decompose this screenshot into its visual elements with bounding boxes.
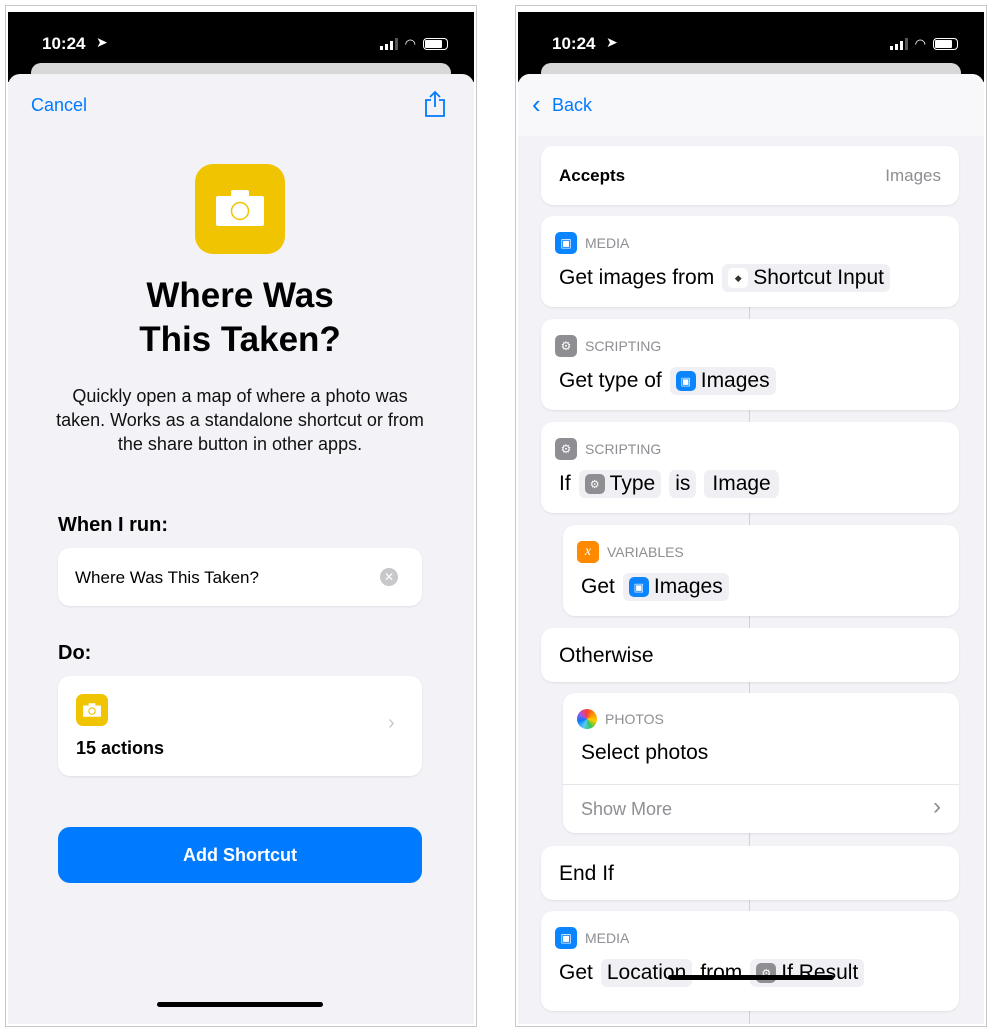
action-get-type[interactable]: ⚙ SCRIPTING Get type of ▣ Images [541,319,959,410]
category-label: SCRIPTING [585,441,662,457]
back-button[interactable]: Back [552,95,592,116]
gear-icon: ⚙ [584,474,605,494]
accepts-label: Accepts [559,166,626,185]
nav-bar: ‹ Back [518,74,984,136]
clear-icon[interactable]: ✕ [380,568,398,586]
token-shortcut-input[interactable]: ◆ Shortcut Input [722,264,890,292]
action-text: Get [559,961,593,984]
do-label: Do: [58,642,92,664]
shortcut-sheet: Cancel Where Was This Taken? Quickly open… [8,74,474,1024]
divider [563,784,959,785]
wifi-icon: ◠ [914,36,926,51]
action-text: If [559,472,571,495]
phone-left: 10:24 ➤ ◠ Cancel Where Was This Taken? Qu… [5,5,477,1027]
action-text: Select photos [581,741,709,764]
action-text: End If [559,862,614,885]
home-indicator [668,975,834,980]
otherwise-block[interactable]: Otherwise [541,628,959,682]
shortcut-icon [195,164,285,254]
share-icon[interactable] [424,90,446,118]
action-get-variable[interactable]: x VARIABLES Get ▣ Images [563,525,959,616]
home-indicator [157,1002,323,1007]
token-images[interactable]: ▣ Images [669,367,776,395]
action-text: Otherwise [559,644,654,667]
photos-icon [577,709,597,729]
token-images[interactable]: ▣ Images [622,573,729,601]
category-label: MEDIA [585,235,630,251]
battery-icon [933,38,958,50]
name-field[interactable]: Where Was This Taken? ✕ [58,548,422,606]
signal-icon [379,38,398,50]
chevron-right-icon: › [388,712,395,734]
name-value: Where Was This Taken? [75,568,259,587]
action-text: Get images from [559,266,715,289]
actions-card[interactable]: 15 actions › [58,676,422,776]
camera-icon [216,190,264,226]
media-icon: ▣ [555,927,577,949]
accepts-row[interactable]: Accepts Images [541,146,959,205]
layers-icon: ◆ [728,268,749,288]
category-label: MEDIA [585,930,630,946]
back-chevron-icon[interactable]: ‹ [532,89,541,120]
add-shortcut-button[interactable]: Add Shortcut [58,827,422,883]
action-select-photos[interactable]: PHOTOS Select photos Show More › [563,693,959,833]
location-icon: ➤ [606,34,618,50]
actions-count: 15 actions [76,738,165,758]
category-label: VARIABLES [607,544,684,560]
token-if-result[interactable]: ⚙ If Result [750,959,865,987]
cancel-button[interactable]: Cancel [31,95,87,116]
battery-icon [423,38,448,50]
shortcut-description: Quickly open a map of where a photo was … [56,386,424,454]
signal-icon [889,38,908,50]
action-text: Get [581,575,615,598]
accepts-value: Images [885,166,941,185]
shortcut-detail-sheet: ‹ Back Accepts Images ▣ MEDIA Get images … [518,74,984,1024]
show-more-button[interactable]: Show More [581,799,672,820]
shortcut-title: Where Was This Taken? [139,276,341,359]
token-type[interactable]: ⚙ Type [578,470,662,498]
action-get-images[interactable]: ▣ MEDIA Get images from ◆ Shortcut Input [541,216,959,307]
token-operator[interactable]: is [669,470,697,498]
token-location[interactable]: Location [600,959,693,987]
action-text: from [700,961,743,984]
phone-right: 10:24 ➤ ◠ ‹ Back Accepts Images ▣ MEDIA G… [515,5,987,1027]
gear-icon: ⚙ [555,335,577,357]
gear-icon: ⚙ [555,438,577,460]
media-icon: ▣ [628,577,649,597]
when-label: When I run: [58,514,168,536]
media-icon: ▣ [675,371,696,391]
status-time: 10:24 [42,34,86,53]
location-icon: ➤ [96,34,108,50]
wifi-icon: ◠ [404,36,416,51]
action-text: Get type of [559,369,662,392]
action-if[interactable]: ⚙ SCRIPTING If ⚙ Type is Image [541,422,959,513]
camera-icon [76,694,108,726]
media-icon: ▣ [555,232,577,254]
status-time: 10:24 [552,34,596,53]
category-label: PHOTOS [605,711,664,727]
variable-icon: x [577,541,599,563]
token-value[interactable]: Image [704,470,779,498]
action-get-location[interactable]: ▣ MEDIA Get Location from ⚙ If Result [541,911,959,1011]
category-label: SCRIPTING [585,338,662,354]
end-if-block[interactable]: End If [541,846,959,900]
chevron-right-icon: › [933,793,941,820]
gear-icon: ⚙ [756,963,777,983]
